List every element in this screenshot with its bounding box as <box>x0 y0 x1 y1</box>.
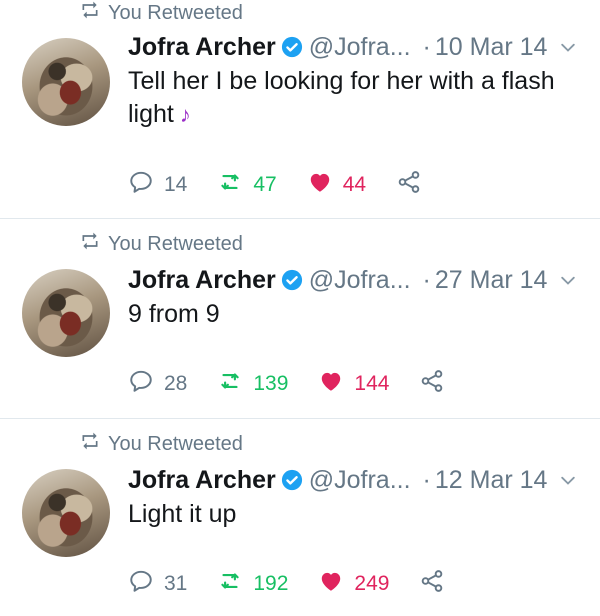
separator-dot: · <box>422 465 431 494</box>
reply-button[interactable]: 14 <box>128 169 187 201</box>
tweet-header: Jofra Archer @Jofra... · 10 Mar 14 <box>128 31 578 63</box>
display-name[interactable]: Jofra Archer <box>128 466 276 495</box>
avatar[interactable] <box>22 38 110 126</box>
like-button[interactable]: 249 <box>318 568 389 600</box>
user-handle[interactable]: @Jofra... <box>309 266 411 295</box>
tweet[interactable]: You Retweeted Jofra Archer @Jofra... · 1… <box>0 419 600 616</box>
retweet-button[interactable]: 47 <box>217 169 277 201</box>
tweet-body: 9 from 9 <box>128 300 220 328</box>
heart-icon <box>318 568 344 600</box>
retweet-button[interactable]: 139 <box>217 368 288 400</box>
display-name[interactable]: Jofra Archer <box>128 33 276 62</box>
reply-icon <box>128 368 154 400</box>
tweet-actions: 14 47 44 <box>128 170 452 200</box>
tweet[interactable]: You Retweeted Jofra Archer @Jofra... · 1… <box>0 0 600 219</box>
share-button[interactable] <box>419 368 445 400</box>
tweet-text: Light it up <box>128 498 568 531</box>
reply-icon <box>128 169 154 201</box>
retweet-count: 47 <box>253 173 277 196</box>
tweet-actions: 31 192 249 <box>128 569 475 599</box>
tweet-actions: 28 139 144 <box>128 369 475 399</box>
verified-badge-icon <box>281 469 303 491</box>
retweet-context: You Retweeted <box>80 2 243 24</box>
share-button[interactable] <box>419 568 445 600</box>
like-button[interactable]: 144 <box>318 368 389 400</box>
retweet-icon <box>217 568 243 600</box>
user-handle[interactable]: @Jofra... <box>309 33 411 62</box>
retweet-context-label: You Retweeted <box>108 1 243 24</box>
like-count: 249 <box>354 572 390 595</box>
tweet-header: Jofra Archer @Jofra... · 12 Mar 14 <box>128 464 578 496</box>
retweet-count: 192 <box>253 572 289 595</box>
chevron-down-icon[interactable] <box>558 269 578 298</box>
tweet-body: Light it up <box>128 500 237 528</box>
retweet-context: You Retweeted <box>80 433 243 455</box>
retweet-small-icon <box>80 431 100 457</box>
verified-badge-icon <box>281 36 303 58</box>
avatar[interactable] <box>22 269 110 357</box>
reply-count: 28 <box>164 372 188 395</box>
reply-count: 31 <box>164 572 188 595</box>
retweet-small-icon <box>80 0 100 26</box>
display-name[interactable]: Jofra Archer <box>128 266 276 295</box>
share-button[interactable] <box>396 169 422 201</box>
reply-button[interactable]: 28 <box>128 368 187 400</box>
retweet-button[interactable]: 192 <box>217 568 288 600</box>
chevron-down-icon[interactable] <box>558 469 578 498</box>
retweet-context: You Retweeted <box>80 233 243 255</box>
retweet-icon <box>217 169 243 201</box>
tweet[interactable]: You Retweeted Jofra Archer @Jofra... · 2… <box>0 219 600 419</box>
share-icon <box>396 169 422 201</box>
share-icon <box>419 368 445 400</box>
separator-dot: · <box>422 265 431 294</box>
tweet-body: Tell her I be looking for her with a fla… <box>128 67 555 128</box>
tweet-date[interactable]: 27 Mar 14 <box>435 266 548 295</box>
verified-badge-icon <box>281 269 303 291</box>
retweet-context-label: You Retweeted <box>108 232 243 255</box>
retweet-count: 139 <box>253 372 289 395</box>
heart-icon <box>307 169 333 201</box>
avatar[interactable] <box>22 469 110 557</box>
like-count: 44 <box>342 173 367 196</box>
music-note-icon: ♪ <box>179 102 191 127</box>
chevron-down-icon[interactable] <box>558 36 578 65</box>
reply-button[interactable]: 31 <box>128 568 187 600</box>
tweet-text: 9 from 9 <box>128 298 568 331</box>
tweet-text: Tell her I be looking for her with a fla… <box>128 65 568 131</box>
heart-icon <box>318 368 344 400</box>
retweet-small-icon <box>80 231 100 257</box>
retweet-context-label: You Retweeted <box>108 432 243 455</box>
timeline: You Retweeted Jofra Archer @Jofra... · 1… <box>0 0 600 616</box>
tweet-header: Jofra Archer @Jofra... · 27 Mar 14 <box>128 264 578 296</box>
like-count: 144 <box>354 372 390 395</box>
like-button[interactable]: 44 <box>307 169 366 201</box>
user-handle[interactable]: @Jofra... <box>309 466 411 495</box>
tweet-date[interactable]: 12 Mar 14 <box>435 466 548 495</box>
separator-dot: · <box>422 32 431 61</box>
retweet-icon <box>217 368 243 400</box>
reply-icon <box>128 568 154 600</box>
share-icon <box>419 568 445 600</box>
reply-count: 14 <box>164 173 188 196</box>
tweet-date[interactable]: 10 Mar 14 <box>435 33 548 62</box>
